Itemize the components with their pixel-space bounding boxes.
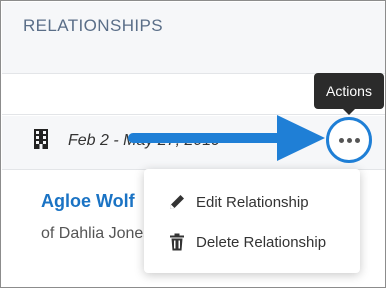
actions-button[interactable] <box>326 117 372 163</box>
relationship-subtitle: of Dahlia Jones <box>41 225 152 242</box>
relationships-panel: RELATIONSHIPS Feb 2 - May 27, 2019 Agloe… <box>0 0 386 288</box>
delete-relationship-item[interactable]: Delete Relationship <box>144 222 360 262</box>
actions-tooltip: Actions <box>314 73 384 115</box>
trash-icon <box>170 233 184 251</box>
edit-relationship-label: Edit Relationship <box>196 193 309 211</box>
callout-arrow <box>128 115 325 161</box>
section-title: RELATIONSHIPS <box>23 16 163 35</box>
edit-relationship-item[interactable]: Edit Relationship <box>144 182 360 222</box>
pencil-icon <box>170 195 184 209</box>
building-icon <box>34 129 48 149</box>
delete-relationship-label: Delete Relationship <box>196 233 327 251</box>
panel-header: RELATIONSHIPS <box>2 2 385 74</box>
actions-menu: Edit Relationship Delete Relationship <box>144 169 360 273</box>
more-horizontal-icon <box>338 137 360 143</box>
relationship-person-link[interactable]: Agloe Wolf <box>41 191 135 212</box>
